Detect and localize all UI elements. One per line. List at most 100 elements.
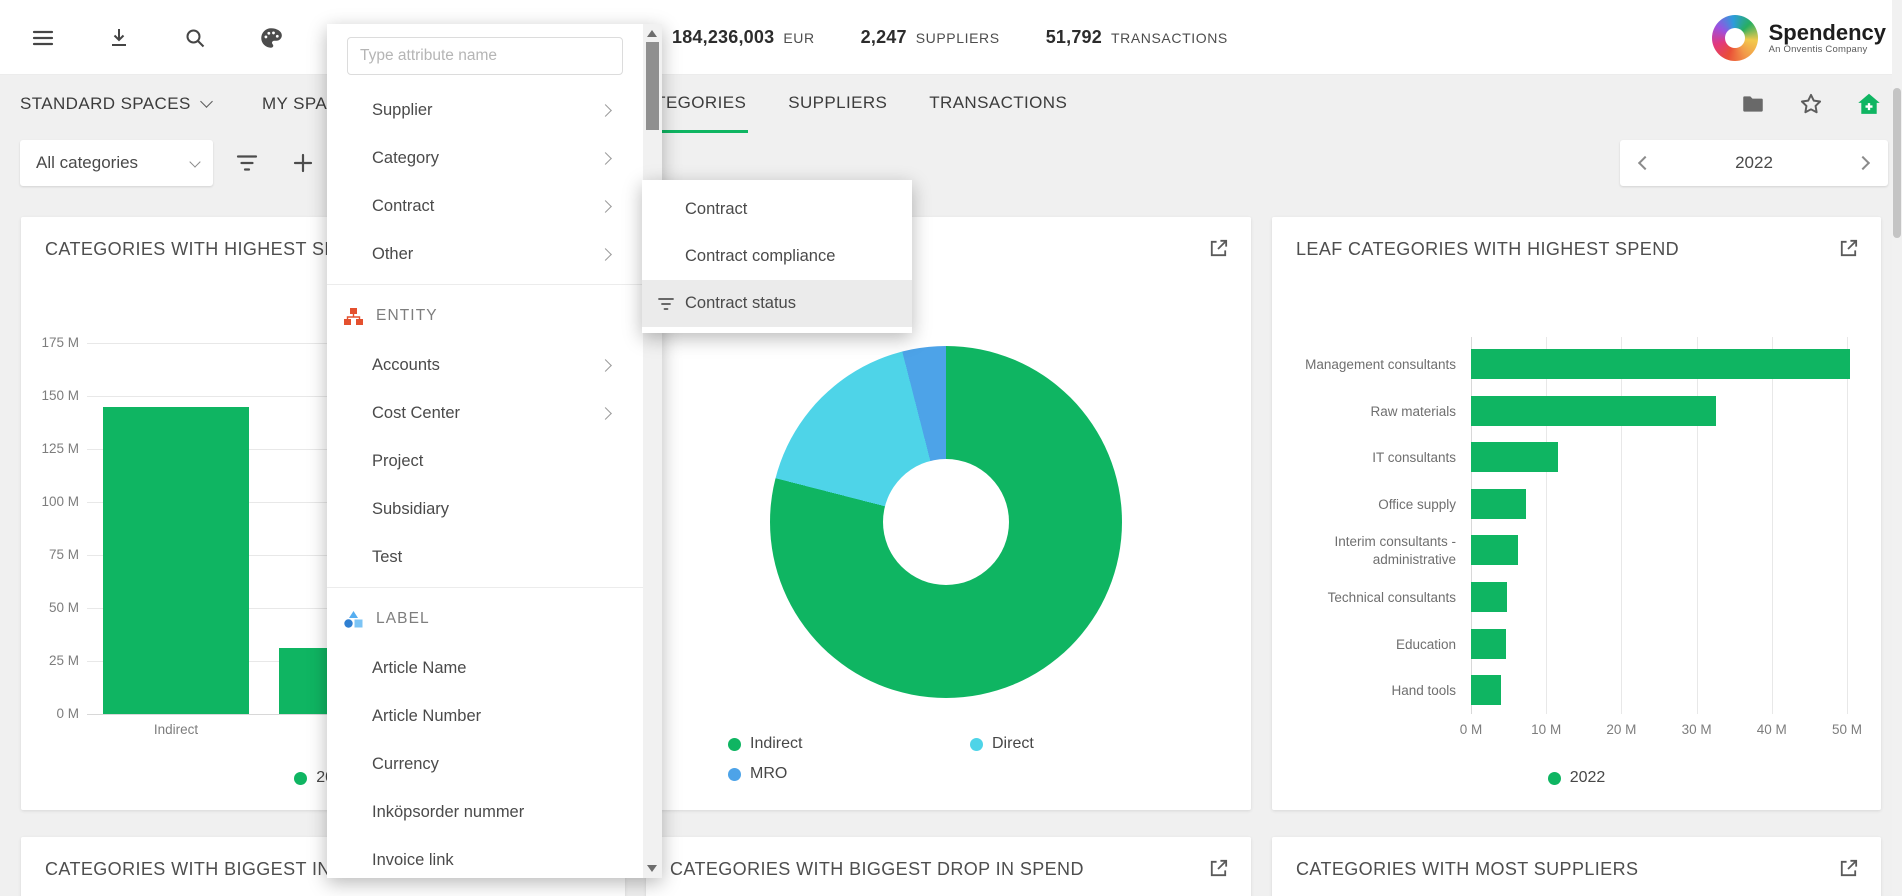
chart-legend: 2022 — [1272, 769, 1881, 787]
label-icon — [344, 611, 363, 628]
donut-graphic[interactable] — [770, 346, 1122, 698]
y-axis-tick: 0 M — [21, 706, 79, 721]
x-axis-tick: 0 M — [1443, 722, 1499, 737]
page-scrollbar-thumb[interactable] — [1893, 88, 1901, 238]
x-axis-tick: 30 M — [1669, 722, 1725, 737]
menu-icon[interactable] — [22, 17, 64, 59]
legend-indirect: Indirect — [728, 735, 802, 753]
menu-item-label: Cost Center — [372, 404, 460, 423]
card-leaf-categories-highest-spend: LEAF CATEGORIES WITH HIGHEST SPEND 0 M10… — [1272, 217, 1881, 810]
menu-item-other[interactable]: Other — [327, 230, 643, 278]
gridline — [1546, 337, 1547, 714]
brand-subtitle: An Onventis Company — [1769, 44, 1886, 55]
menu-item-subsidiary[interactable]: Subsidiary — [327, 485, 643, 533]
download-icon[interactable] — [98, 17, 140, 59]
card-most-suppliers: CATEGORIES WITH MOST SUPPLIERS — [1272, 837, 1881, 896]
menu-divider — [327, 284, 643, 285]
menu-divider — [327, 587, 643, 588]
bar-technical-consultants[interactable] — [1471, 582, 1507, 612]
next-year-button[interactable] — [1856, 156, 1870, 170]
home-add-icon[interactable] — [1852, 87, 1886, 121]
gridline — [1621, 337, 1622, 714]
dropdown-scrollbar[interactable] — [643, 24, 662, 878]
category-filter-select[interactable]: All categories — [20, 140, 213, 186]
menu-item-test[interactable]: Test — [327, 533, 643, 581]
menu-item-invoice-link[interactable]: Invoice link — [327, 836, 643, 878]
folder-icon[interactable] — [1736, 87, 1770, 121]
menu-item-label: Project — [372, 452, 423, 471]
category-label: Education — [1277, 636, 1456, 654]
legend-dot — [970, 738, 983, 751]
bar-management-consultants[interactable] — [1471, 349, 1850, 379]
chevron-right-icon — [599, 359, 612, 372]
bar-hand-tools[interactable] — [1471, 675, 1501, 705]
scrollbar-thumb[interactable] — [646, 42, 659, 130]
submenu-item-contract-status[interactable]: Contract status — [642, 280, 912, 327]
bar-indirect[interactable] — [103, 407, 249, 714]
stat-value: 184,236,003 — [672, 27, 774, 48]
menu-item-label: Subsidiary — [372, 500, 449, 519]
menu-item-cost-center[interactable]: Cost Center — [327, 389, 643, 437]
bar-education[interactable] — [1471, 629, 1506, 659]
y-axis-tick: 175 M — [21, 335, 79, 350]
page-scrollbar[interactable] — [1892, 0, 1902, 896]
menu-item-accounts[interactable]: Accounts — [327, 341, 643, 389]
palette-icon[interactable] — [250, 17, 292, 59]
chevron-down-icon — [189, 156, 200, 167]
external-link-icon[interactable] — [1207, 857, 1231, 881]
bar-it-consultants[interactable] — [1471, 442, 1558, 472]
menu-item-project[interactable]: Project — [327, 437, 643, 485]
tab-transactions[interactable]: TRANSACTIONS — [927, 75, 1069, 133]
tab-suppliers[interactable]: SUPPLIERS — [786, 75, 889, 133]
stat-label: SUPPLIERS — [916, 30, 1000, 46]
menu-item-category[interactable]: Category — [327, 134, 643, 182]
x-axis-tick: 50 M — [1819, 722, 1875, 737]
horizontal-bar-chart: 0 M10 M20 M30 M40 M50 MManagement consul… — [1272, 217, 1881, 810]
gridline — [1697, 337, 1698, 714]
menu-item-article-number[interactable]: Article Number — [327, 692, 643, 740]
menu-item-currency[interactable]: Currency — [327, 740, 643, 788]
menu-item-ink-psorder-nummer[interactable]: Inköpsorder nummer — [327, 788, 643, 836]
attribute-search-input[interactable] — [347, 37, 623, 75]
chevron-right-icon — [599, 104, 612, 117]
filter-bar: All categories 2022 — [0, 133, 1902, 194]
y-axis-tick: 100 M — [21, 494, 79, 509]
section-header-label: ENTITY — [376, 307, 438, 325]
menu-item-article-name[interactable]: Article Name — [327, 644, 643, 692]
previous-year-button[interactable] — [1638, 156, 1652, 170]
stat-value: 51,792 — [1046, 27, 1102, 48]
menu-item-supplier[interactable]: Supplier — [327, 86, 643, 134]
y-axis-tick: 125 M — [21, 441, 79, 456]
submenu-item-contract-compliance[interactable]: Contract compliance — [642, 233, 912, 280]
bar-office-supply[interactable] — [1471, 489, 1526, 519]
search-icon[interactable] — [174, 17, 216, 59]
nav-bar: STANDARD SPACES MY SPACES CATEGORIESSUPP… — [0, 75, 1902, 133]
y-axis-tick: 50 M — [21, 600, 79, 615]
add-filter-icon[interactable] — [284, 144, 322, 182]
star-icon[interactable] — [1794, 87, 1828, 121]
scroll-up-icon[interactable] — [647, 30, 657, 37]
menu-item-label: Test — [372, 548, 402, 567]
legend-dot — [294, 772, 307, 785]
submenu-item-contract[interactable]: Contract — [642, 186, 912, 233]
submenu-item-label: Contract status — [685, 294, 796, 313]
spendency-ring-icon — [1712, 15, 1758, 61]
standard-spaces-menu[interactable]: STANDARD SPACES — [20, 75, 211, 133]
external-link-icon[interactable] — [1837, 857, 1861, 881]
top-bar: 184,236,003EUR2,247SUPPLIERS51,792TRANSA… — [0, 0, 1902, 75]
chevron-right-icon — [599, 407, 612, 420]
card-biggest-drop-in-spend: CATEGORIES WITH BIGGEST DROP IN SPEND — [646, 837, 1251, 896]
category-label: Technical consultants — [1277, 589, 1456, 607]
scroll-down-icon[interactable] — [647, 865, 657, 872]
stat-suppliers: 2,247SUPPLIERS — [861, 27, 1000, 48]
year-value: 2022 — [1735, 153, 1773, 173]
year-selector: 2022 — [1620, 140, 1888, 186]
legend-dot — [728, 738, 741, 751]
topbar-icon-group — [22, 0, 292, 75]
bar-raw-materials[interactable] — [1471, 396, 1716, 426]
legend-dot — [728, 768, 741, 781]
menu-item-contract[interactable]: Contract — [327, 182, 643, 230]
legend-label: Indirect — [750, 735, 802, 753]
filter-lines-icon[interactable] — [228, 144, 266, 182]
bar-interim-consultants-administrative[interactable] — [1471, 535, 1518, 565]
